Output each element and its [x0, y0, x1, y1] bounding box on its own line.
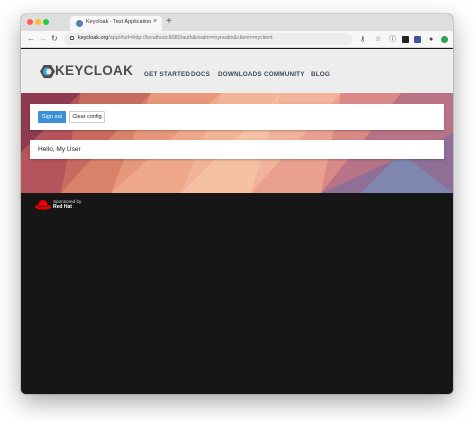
keycloak-logo-text[interactable]: KEYCLOAK	[55, 63, 133, 78]
hero-section: Sign out Clear config Hello, My User	[21, 93, 453, 193]
close-window-button[interactable]	[27, 19, 33, 25]
site-footer: Sponsored by Red Hat	[21, 193, 453, 394]
nav-blog[interactable]: BLOG	[311, 71, 330, 78]
extension-icon[interactable]	[402, 36, 409, 43]
url-text: keycloak.org/app/#url=http://localhost:8…	[78, 35, 273, 41]
address-bar[interactable]: keycloak.org/app/#url=http://localhost:8…	[64, 33, 352, 45]
browser-tab[interactable]: Keycloak - Test Application ×	[70, 16, 162, 31]
minimize-window-button[interactable]	[35, 19, 41, 25]
forward-arrow-icon[interactable]: →	[39, 34, 47, 44]
account-icon[interactable]: ●	[429, 35, 433, 44]
nav-get-started[interactable]: GET STARTED	[144, 71, 190, 78]
new-tab-button[interactable]: +	[166, 15, 172, 29]
nav-docs[interactable]: DOCS	[191, 71, 210, 78]
nav-community[interactable]: COMMUNITY	[264, 71, 305, 78]
greeting-card: Hello, My User	[30, 140, 444, 159]
greeting-text: Hello, My User	[38, 146, 81, 153]
sponsor-name[interactable]: Red Hat	[53, 205, 72, 210]
actions-card: Sign out Clear config	[30, 104, 444, 130]
tab-close-icon[interactable]: ×	[153, 18, 157, 25]
reload-icon[interactable]: ↻	[51, 34, 58, 44]
info-icon[interactable]: ⓘ	[389, 35, 396, 44]
lock-icon	[70, 36, 74, 40]
nav-downloads[interactable]: DOWNLOADS	[218, 71, 262, 78]
back-arrow-icon[interactable]: ←	[27, 34, 35, 44]
keycloak-logo-icon[interactable]	[40, 64, 55, 79]
tab-strip: Keycloak - Test Application × +	[21, 14, 453, 31]
maximize-window-button[interactable]	[43, 19, 49, 25]
browser-window: Keycloak - Test Application × + ← → ↻ ke…	[21, 14, 453, 394]
site-header: KEYCLOAK GET STARTED DOCS DOWNLOADS COMM…	[21, 49, 453, 93]
bookmark-star-icon[interactable]: ☆	[375, 35, 381, 44]
clear-config-button[interactable]: Clear config	[69, 111, 105, 123]
browser-toolbar: ← → ↻ keycloak.org/app/#url=http://local…	[21, 31, 453, 48]
sign-out-button[interactable]: Sign out	[38, 111, 66, 123]
redhat-logo-icon[interactable]	[35, 199, 51, 210]
extension-icon[interactable]	[441, 36, 448, 43]
keycloak-favicon-icon	[76, 20, 83, 27]
tab-title: Keycloak - Test Application	[86, 19, 152, 25]
key-icon[interactable]: ⚷	[360, 35, 365, 44]
extension-icon[interactable]	[414, 36, 421, 43]
